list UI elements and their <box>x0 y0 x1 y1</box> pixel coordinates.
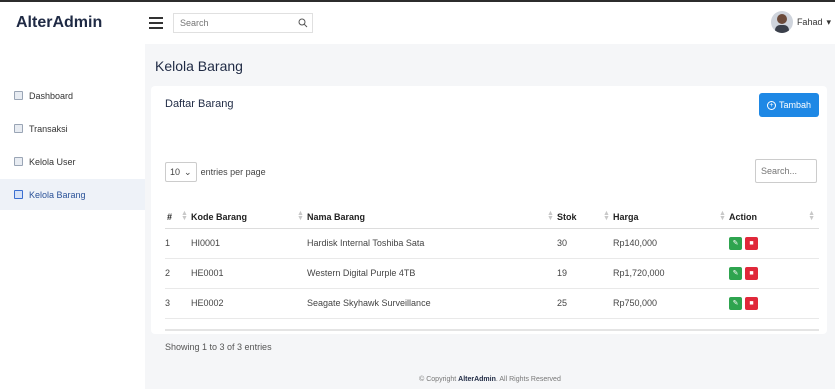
sidebar-item-label: Dashboard <box>29 90 74 101</box>
footer-prefix: © Copyright <box>419 376 457 383</box>
cell-kode: HE0002 <box>191 288 307 319</box>
cell-action: ✎ ■ <box>729 228 819 259</box>
table-info: Showing 1 to 3 of 3 entries <box>165 342 272 352</box>
cell-kode: HE0001 <box>191 258 307 289</box>
sort-icon: ▲ ▼ <box>297 210 304 222</box>
search-input[interactable] <box>180 18 290 28</box>
cell-stok: 25 <box>557 288 613 319</box>
top-navbar: AlterAdmin Fahad ▾ <box>0 0 835 44</box>
edit-icon[interactable]: ✎ <box>729 266 742 280</box>
avatar[interactable] <box>770 11 793 33</box>
edit-icon[interactable]: ✎ <box>729 236 742 250</box>
edit-icon[interactable]: ✎ <box>729 296 742 310</box>
cell-number: 1 <box>165 228 191 259</box>
table-row: 3 HE0002 Seagate Skyhawk Surveillance 25… <box>165 288 819 319</box>
cell-stok: 30 <box>557 228 613 259</box>
cell-number: 2 <box>165 258 191 289</box>
cell-number: 3 <box>165 288 191 319</box>
chevron-down-icon: ⌄ <box>184 166 192 177</box>
items-table: # ▲ ▼ Kode Barang ▲ ▼ Nama Barang ▲ ▼ Stok ▲ ▼ H… <box>165 206 819 319</box>
search-box <box>173 13 313 33</box>
cell-action: ✎ ■ <box>729 258 819 289</box>
plus-icon: + <box>766 100 776 110</box>
entries-value: 10 <box>170 167 181 177</box>
sidebar: Dashboard Transaksi Kelola User Kelola B… <box>0 44 145 389</box>
sidebar-item-label: Kelola Barang <box>29 189 86 200</box>
column-header-harga[interactable]: ▲ ▼ Harga <box>603 206 729 229</box>
transaction-icon <box>14 124 23 133</box>
trash-icon[interactable]: ■ <box>745 236 758 250</box>
search-icon[interactable] <box>298 18 308 28</box>
items-card: Daftar Barang + Tambah 10 ⌄ entries per … <box>151 86 827 352</box>
cell-harga: Rp140,000 <box>613 228 729 259</box>
footer-suffix: . All Rights Reserved <box>495 376 561 383</box>
cell-nama: Hardisk Internal Toshiba Sata <box>307 228 557 259</box>
sort-icon: ▲ ▼ <box>547 210 554 222</box>
cell-kode: HI0001 <box>191 228 307 259</box>
table-footer-divider <box>165 329 819 331</box>
cell-nama: Seagate Skyhawk Surveillance <box>307 288 557 319</box>
column-header-nama[interactable]: ▲ ▼ Nama Barang <box>297 206 557 229</box>
cell-action: ✎ ■ <box>729 288 819 319</box>
app-brand[interactable]: AlterAdmin <box>0 14 145 32</box>
card-title: Daftar Barang <box>165 98 234 110</box>
add-item-label: Tambah <box>778 100 811 110</box>
user-name[interactable]: Fahad <box>797 17 823 27</box>
page-title: Kelola Barang <box>155 58 243 74</box>
sidebar-item-kelola-user[interactable]: Kelola User <box>0 146 145 177</box>
table-row: 1 HI0001 Hardisk Internal Toshiba Sata 3… <box>165 228 819 259</box>
sort-icon: ▲ ▼ <box>808 210 815 222</box>
table-header-row: # ▲ ▼ Kode Barang ▲ ▼ Nama Barang ▲ ▼ Stok ▲ ▼ H… <box>165 206 819 229</box>
cell-harga: Rp750,000 <box>613 288 729 319</box>
cell-harga: Rp1,720,000 <box>613 258 729 289</box>
sidebar-item-kelola-barang[interactable]: Kelola Barang <box>0 179 145 210</box>
cell-stok: 19 <box>557 258 613 289</box>
user-icon <box>14 157 23 166</box>
entries-select[interactable]: 10 ⌄ <box>165 162 197 182</box>
sort-icon: ▲ ▼ <box>603 210 610 222</box>
main-content: Kelola Barang Daftar Barang + Tambah 10 … <box>145 44 835 389</box>
trash-icon[interactable]: ■ <box>745 296 758 310</box>
chevron-down-icon[interactable]: ▾ <box>826 17 831 28</box>
user-menu[interactable]: Fahad ▾ <box>770 11 831 33</box>
add-item-button[interactable]: + Tambah <box>758 93 819 117</box>
sidebar-item-label: Kelola User <box>29 156 76 167</box>
cell-nama: Western Digital Purple 4TB <box>307 258 557 289</box>
footer-brand: AlterAdmin <box>458 376 496 383</box>
page-footer: © Copyright AlterAdmin. All Rights Reser… <box>145 376 835 383</box>
table-search-input[interactable] <box>755 159 817 183</box>
menu-toggle-icon[interactable] <box>149 17 163 29</box>
column-header-action[interactable]: ▲ ▼ Action ▲ ▼ <box>719 206 819 229</box>
sidebar-item-dashboard[interactable]: Dashboard <box>0 80 145 111</box>
column-header-kode[interactable]: ▲ ▼ Kode Barang <box>181 206 307 229</box>
table-row: 2 HE0001 Western Digital Purple 4TB 19 R… <box>165 258 819 289</box>
sort-icon: ▲ ▼ <box>719 210 726 222</box>
sidebar-item-label: Transaksi <box>29 123 68 134</box>
dashboard-icon <box>14 91 23 100</box>
entries-label: entries per page <box>200 167 266 177</box>
entries-control: 10 ⌄ entries per page <box>165 162 266 182</box>
sort-icon: ▲ ▼ <box>181 210 188 222</box>
trash-icon[interactable]: ■ <box>745 266 758 280</box>
box-icon <box>14 190 23 199</box>
sidebar-item-transaksi[interactable]: Transaksi <box>0 113 145 144</box>
